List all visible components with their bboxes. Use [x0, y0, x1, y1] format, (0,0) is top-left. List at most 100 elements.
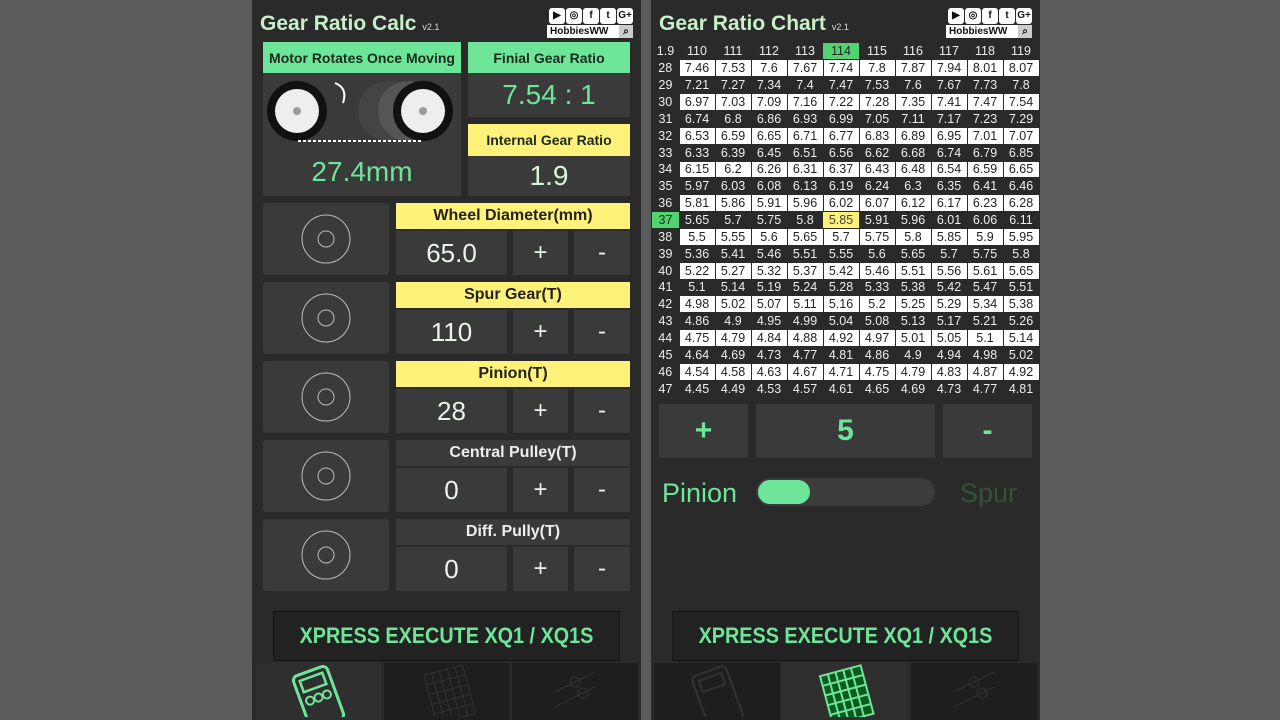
pinion-header[interactable]: 46 [652, 363, 679, 380]
tab-settings[interactable] [911, 663, 1038, 720]
ratio-cell[interactable]: 5.27 [714, 261, 752, 280]
ratio-cell[interactable]: 6.59 [714, 126, 752, 145]
ratio-cell[interactable]: 8.07 [1002, 59, 1040, 78]
facebook-icon[interactable]: f [982, 8, 998, 24]
param-minus-button[interactable]: - [574, 389, 630, 433]
search-icon[interactable]: ⌕ [619, 25, 633, 38]
param-minus-button[interactable]: - [574, 547, 630, 591]
param-plus-button[interactable]: + [513, 231, 568, 275]
ratio-cell[interactable]: 6.48 [894, 160, 932, 179]
ratio-cell[interactable]: 5.5 [678, 227, 716, 246]
ratio-cell[interactable]: 5.16 [822, 295, 860, 314]
ratio-cell[interactable]: 5.61 [966, 261, 1004, 280]
ratio-cell[interactable]: 6.3 [895, 178, 931, 195]
ratio-cell[interactable]: 7.34 [751, 77, 787, 94]
ratio-cell[interactable]: 5.86 [714, 194, 752, 213]
xpress-banner-button[interactable]: XPRESS EXECUTE XQ1 / XQ1S [273, 611, 620, 661]
ratio-cell[interactable]: 4.86 [859, 346, 895, 363]
pinion-header[interactable]: 37 [652, 211, 679, 229]
ratio-cell[interactable]: 6.43 [858, 160, 896, 179]
param-minus-button[interactable]: - [574, 468, 630, 512]
ratio-cell[interactable]: 5.56 [930, 261, 968, 280]
spur-header[interactable]: 111 [715, 43, 751, 60]
ratio-cell[interactable]: 5.96 [786, 194, 824, 213]
ratio-cell[interactable]: 7.6 [750, 59, 788, 78]
ratio-cell[interactable]: 5.8 [1003, 245, 1039, 262]
ratio-cell[interactable]: 6.35 [931, 178, 967, 195]
ratio-cell[interactable]: 4.58 [714, 362, 752, 381]
ratio-cell[interactable]: 6.26 [750, 160, 788, 179]
ratio-cell[interactable]: 5.28 [823, 279, 859, 296]
brand-search[interactable]: HobbiesWW ⌕ [946, 25, 1032, 38]
pinion-spur-toggle[interactable] [756, 478, 935, 506]
ratio-cell[interactable]: 5.14 [1002, 329, 1040, 347]
ratio-cell[interactable]: 4.94 [931, 346, 967, 363]
ratio-cell[interactable]: 5.75 [751, 212, 787, 229]
ratio-cell[interactable]: 4.67 [786, 362, 824, 381]
ratio-cell[interactable]: 5.08 [859, 313, 895, 330]
ratio-cell[interactable]: 5.26 [1003, 313, 1039, 330]
ratio-cell[interactable]: 7.73 [967, 77, 1003, 94]
ratio-cell[interactable]: 6.97 [678, 93, 716, 111]
instagram-icon[interactable]: ◎ [965, 8, 981, 24]
ratio-cell[interactable]: 6.24 [859, 178, 895, 195]
pinion-header[interactable]: 45 [652, 346, 679, 363]
ratio-cell[interactable]: 4.75 [858, 362, 896, 381]
ratio-cell[interactable]: 4.98 [678, 295, 716, 314]
ratio-cell[interactable]: 7.05 [859, 110, 895, 127]
param-plus-button[interactable]: + [513, 468, 568, 512]
pinion-header[interactable]: 40 [652, 262, 679, 279]
ratio-cell[interactable]: 4.53 [751, 380, 787, 397]
ratio-cell[interactable]: 4.57 [787, 380, 823, 397]
ratio-cell[interactable]: 4.99 [787, 313, 823, 330]
ratio-cell[interactable]: 6.41 [967, 178, 1003, 195]
param-value[interactable]: 0 [396, 468, 507, 512]
ratio-cell[interactable]: 7.09 [750, 93, 788, 111]
ratio-cell[interactable]: 4.65 [859, 380, 895, 397]
ratio-cell[interactable]: 4.71 [822, 362, 860, 381]
ratio-cell[interactable]: 4.88 [786, 329, 824, 347]
ratio-cell[interactable]: 4.49 [715, 380, 751, 397]
ratio-cell[interactable]: 5.37 [786, 261, 824, 280]
pinion-header[interactable]: 38 [652, 228, 679, 245]
ratio-cell[interactable]: 5.38 [895, 279, 931, 296]
ratio-cell[interactable]: 4.79 [714, 329, 752, 347]
ratio-cell[interactable]: 4.45 [679, 380, 715, 397]
ratio-cell[interactable]: 5.91 [859, 212, 895, 229]
ratio-cell[interactable]: 5.95 [1002, 227, 1040, 246]
ratio-cell[interactable]: 7.54 [1002, 93, 1040, 111]
instagram-icon[interactable]: ◎ [566, 8, 582, 24]
ratio-cell[interactable]: 6.08 [751, 178, 787, 195]
ratio-cell[interactable]: 5.51 [1003, 279, 1039, 296]
ratio-cell[interactable]: 5.46 [858, 261, 896, 280]
param-plus-button[interactable]: + [513, 547, 568, 591]
ratio-cell[interactable]: 5.91 [750, 194, 788, 213]
pinion-header[interactable]: 43 [652, 313, 679, 330]
ratio-cell[interactable]: 6.03 [715, 178, 751, 195]
ratio-cell[interactable]: 5.21 [967, 313, 1003, 330]
pinion-header[interactable]: 44 [652, 330, 679, 347]
pinion-header[interactable]: 47 [652, 380, 679, 397]
spur-header[interactable]: 113 [787, 43, 823, 60]
ratio-cell[interactable]: 5.65 [1002, 261, 1040, 280]
ratio-cell[interactable]: 7.6 [895, 77, 931, 94]
ratio-cell[interactable]: 6.19 [823, 178, 859, 195]
ratio-cell[interactable]: 7.41 [930, 93, 968, 111]
param-minus-button[interactable]: - [574, 231, 630, 275]
ratio-cell[interactable]: 6.53 [678, 126, 716, 145]
ratio-cell[interactable]: 5.04 [823, 313, 859, 330]
toggle-thumb[interactable] [758, 480, 810, 504]
param-plus-button[interactable]: + [513, 310, 568, 354]
pinion-header[interactable]: 36 [652, 195, 679, 212]
param-value[interactable]: 0 [396, 547, 507, 591]
ratio-cell[interactable]: 7.46 [678, 59, 716, 78]
pinion-header[interactable]: 29 [652, 77, 679, 94]
ratio-cell[interactable]: 7.8 [1003, 77, 1039, 94]
ratio-cell[interactable]: 7.74 [822, 59, 860, 78]
ratio-cell[interactable]: 7.47 [823, 77, 859, 94]
param-plus-button[interactable]: + [513, 389, 568, 433]
ratio-cell[interactable]: 6.07 [858, 194, 896, 213]
ratio-cell[interactable]: 6.71 [786, 126, 824, 145]
ratio-cell[interactable]: 6.33 [679, 144, 715, 161]
ratio-cell[interactable]: 6.01 [931, 212, 967, 229]
